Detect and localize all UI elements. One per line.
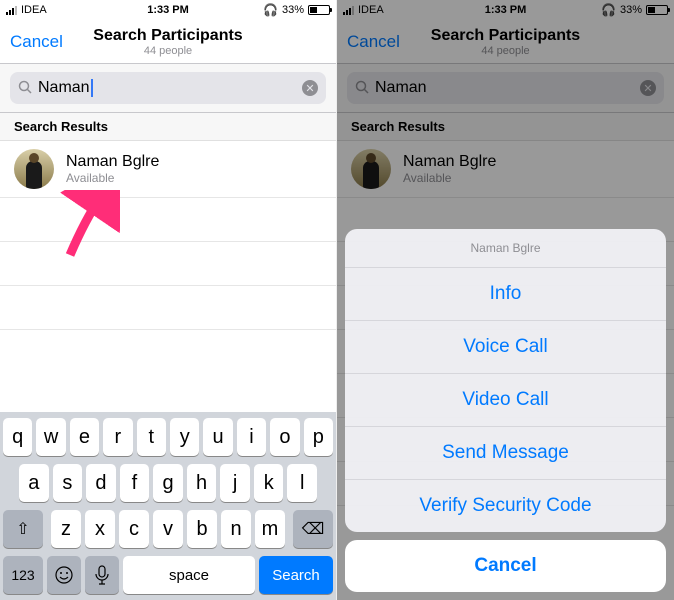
- key-u[interactable]: u: [203, 418, 232, 456]
- key-n[interactable]: n: [221, 510, 251, 548]
- key-o[interactable]: o: [270, 418, 299, 456]
- key-z[interactable]: z: [51, 510, 81, 548]
- result-row[interactable]: Naman Bglre Available: [0, 141, 336, 198]
- key-t[interactable]: t: [137, 418, 166, 456]
- key-emoji[interactable]: [47, 556, 81, 594]
- key-p[interactable]: p: [304, 418, 333, 456]
- key-space[interactable]: space: [123, 556, 255, 594]
- key-j[interactable]: j: [220, 464, 250, 502]
- search-icon: [18, 80, 32, 97]
- sheet-title: Naman Bglre: [345, 229, 666, 268]
- key-f[interactable]: f: [120, 464, 150, 502]
- key-123[interactable]: 123: [3, 556, 43, 594]
- key-d[interactable]: d: [86, 464, 116, 502]
- sheet-video-call[interactable]: Video Call: [345, 374, 666, 427]
- key-row-1: q w e r t y u i o p: [3, 418, 333, 456]
- key-row-2: a s d f g h j k l: [3, 464, 333, 502]
- status-bar: IDEA 1:33 PM 🎧 33%: [0, 0, 336, 20]
- key-m[interactable]: m: [255, 510, 285, 548]
- phone-right: IDEA 1:33 PM 🎧 33% Cancel Search Partici…: [337, 0, 674, 600]
- key-q[interactable]: q: [3, 418, 32, 456]
- page-subtitle: 44 people: [93, 45, 242, 57]
- empty-row: [0, 198, 336, 242]
- key-i[interactable]: i: [237, 418, 266, 456]
- key-h[interactable]: h: [187, 464, 217, 502]
- sheet-cancel[interactable]: Cancel: [345, 540, 666, 592]
- key-row-3: ⇧ z x c v b n m ⌫: [3, 510, 333, 548]
- key-y[interactable]: y: [170, 418, 199, 456]
- key-w[interactable]: w: [36, 418, 65, 456]
- action-sheet: Naman Bglre Info Voice Call Video Call S…: [345, 229, 666, 592]
- cancel-button[interactable]: Cancel: [10, 20, 63, 63]
- search-bar: Naman ✕: [0, 64, 336, 113]
- key-s[interactable]: s: [53, 464, 83, 502]
- key-r[interactable]: r: [103, 418, 132, 456]
- battery-icon: [308, 5, 330, 15]
- section-header: Search Results: [0, 113, 336, 141]
- result-name: Naman Bglre: [66, 153, 159, 171]
- empty-row: [0, 242, 336, 286]
- key-k[interactable]: k: [254, 464, 284, 502]
- sheet-info[interactable]: Info: [345, 268, 666, 321]
- key-g[interactable]: g: [153, 464, 183, 502]
- key-backspace[interactable]: ⌫: [293, 510, 333, 548]
- search-input[interactable]: Naman ✕: [10, 72, 326, 104]
- result-status: Available: [66, 171, 159, 185]
- key-shift[interactable]: ⇧: [3, 510, 43, 548]
- page-title: Search Participants: [93, 27, 242, 45]
- key-search[interactable]: Search: [259, 556, 333, 594]
- empty-row: [0, 286, 336, 330]
- sheet-send-message[interactable]: Send Message: [345, 427, 666, 480]
- avatar: [14, 149, 54, 189]
- phone-left: IDEA 1:33 PM 🎧 33% Cancel Search Partici…: [0, 0, 337, 600]
- keyboard: q w e r t y u i o p a s d f g h j k l: [0, 412, 336, 600]
- clear-icon[interactable]: ✕: [302, 80, 318, 96]
- key-v[interactable]: v: [153, 510, 183, 548]
- key-row-4: 123 space Search: [3, 556, 333, 594]
- key-c[interactable]: c: [119, 510, 149, 548]
- key-mic[interactable]: [85, 556, 119, 594]
- nav-header: Cancel Search Participants 44 people: [0, 20, 336, 64]
- key-a[interactable]: a: [19, 464, 49, 502]
- key-b[interactable]: b: [187, 510, 217, 548]
- key-x[interactable]: x: [85, 510, 115, 548]
- clock: 1:33 PM: [0, 4, 336, 16]
- key-l[interactable]: l: [287, 464, 317, 502]
- key-e[interactable]: e: [70, 418, 99, 456]
- sheet-voice-call[interactable]: Voice Call: [345, 321, 666, 374]
- sheet-verify-security[interactable]: Verify Security Code: [345, 480, 666, 532]
- search-query: Naman: [38, 79, 90, 96]
